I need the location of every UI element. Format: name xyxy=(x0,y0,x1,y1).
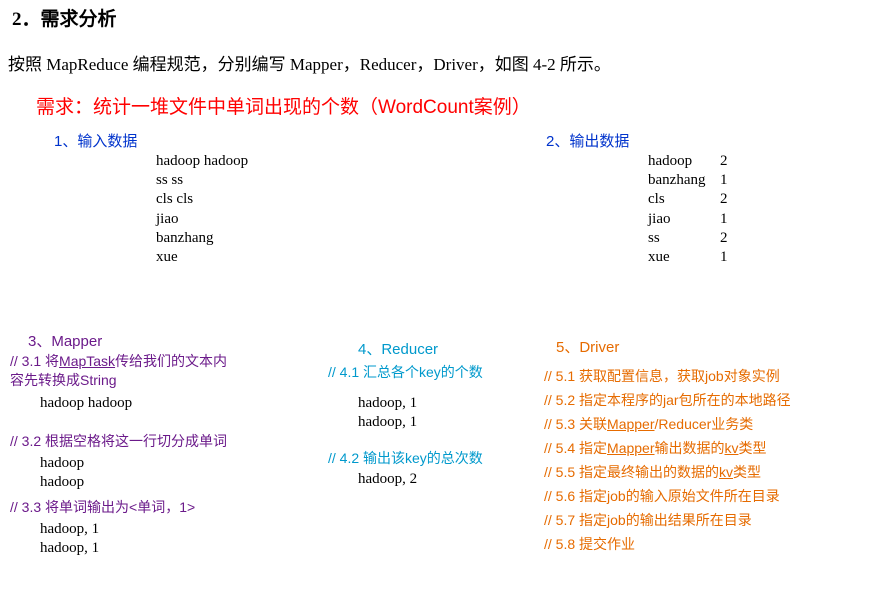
text-underline: MapTask xyxy=(59,353,115,369)
output-row: banzhang1 xyxy=(648,171,728,190)
text-underline: kv xyxy=(725,440,739,456)
output-row: hadoop2 xyxy=(648,152,728,171)
mapper-step-32: // 3.2 根据空格将这一行切分成单词 xyxy=(10,432,227,451)
intro-text: 按照 MapReduce 编程规范，分别编写 Mapper，Reducer，Dr… xyxy=(0,35,875,90)
output-row: ss2 xyxy=(648,229,728,248)
output-key: banzhang xyxy=(648,171,720,190)
driver-step-57: // 5.7 指定job的输出结果所在目录 xyxy=(544,510,791,530)
output-key: jiao xyxy=(648,210,720,229)
output-key: ss xyxy=(648,229,720,248)
section-heading: 2．需求分析 xyxy=(0,0,875,35)
text: // 3.1 将 xyxy=(10,353,59,369)
driver-step-51: // 5.1 获取配置信息，获取job对象实例 xyxy=(544,366,791,386)
mapper-label: 3、Mapper xyxy=(28,330,102,351)
mapper-data-32a: hadoop xyxy=(40,454,84,473)
mapper-data-33a: hadoop, 1 xyxy=(40,520,99,539)
mapper-step-33: // 3.3 将单词输出为<单词，1> xyxy=(10,498,195,517)
input-line: hadoop hadoop xyxy=(156,152,248,171)
input-data-block: hadoop hadoop ss ss cls cls jiao banzhan… xyxy=(156,152,248,267)
output-val: 1 xyxy=(720,248,728,267)
input-line: jiao xyxy=(156,210,248,229)
output-key: xue xyxy=(648,248,720,267)
driver-step-56: // 5.6 指定job的输入原始文件所在目录 xyxy=(544,486,791,506)
driver-step-53: // 5.3 关联Mapper/Reducer业务类 xyxy=(544,414,791,434)
output-val: 1 xyxy=(720,171,728,190)
text-underline: kv xyxy=(719,464,733,480)
output-val: 2 xyxy=(720,190,728,209)
mapper-data-32b: hadoop xyxy=(40,473,84,492)
requirement-title: 需求：统计一堆文件中单词出现的个数（WordCount案例） xyxy=(0,90,875,129)
output-data-block: hadoop2 banzhang1 cls2 jiao1 ss2 xue1 xyxy=(648,152,728,267)
input-line: ss ss xyxy=(156,171,248,190)
driver-step-58: // 5.8 提交作业 xyxy=(544,534,791,554)
mapper-step-31: // 3.1 将MapTask传给我们的文本内容先转换成String xyxy=(10,352,240,390)
reducer-label: 4、Reducer xyxy=(358,338,438,359)
text: 类型 xyxy=(739,440,767,456)
output-row: cls2 xyxy=(648,190,728,209)
input-line: xue xyxy=(156,248,248,267)
text-underline: Mapper xyxy=(607,416,654,432)
driver-step-52: // 5.2 指定本程序的jar包所在的本地路径 xyxy=(544,390,791,410)
text: // 5.4 指定 xyxy=(544,440,607,456)
driver-steps: // 5.1 获取配置信息，获取job对象实例 // 5.2 指定本程序的jar… xyxy=(544,362,791,558)
driver-step-54: // 5.4 指定Mapper输出数据的kv类型 xyxy=(544,438,791,458)
output-val: 2 xyxy=(720,229,728,248)
output-label: 2、输出数据 xyxy=(546,130,629,151)
mapper-data-31: hadoop hadoop xyxy=(40,394,132,413)
text: 输出数据的 xyxy=(655,440,725,456)
mapper-data-33b: hadoop, 1 xyxy=(40,539,99,558)
output-val: 1 xyxy=(720,210,728,229)
text: // 5.5 指定最终输出的数据的 xyxy=(544,464,719,480)
output-key: cls xyxy=(648,190,720,209)
input-label: 1、输入数据 xyxy=(54,130,137,151)
driver-step-55: // 5.5 指定最终输出的数据的kv类型 xyxy=(544,462,791,482)
reducer-data-42: hadoop, 2 xyxy=(358,470,417,489)
text: 类型 xyxy=(733,464,761,480)
reducer-step-42: // 4.2 输出该key的总次数 xyxy=(328,448,483,468)
input-line: cls cls xyxy=(156,190,248,209)
reducer-data-41b: hadoop, 1 xyxy=(358,413,417,432)
text: /Reducer业务类 xyxy=(655,416,754,432)
input-line: banzhang xyxy=(156,229,248,248)
output-key: hadoop xyxy=(648,152,720,171)
output-row: xue1 xyxy=(648,248,728,267)
reducer-data-41a: hadoop, 1 xyxy=(358,394,417,413)
output-row: jiao1 xyxy=(648,210,728,229)
text: // 5.3 关联 xyxy=(544,416,607,432)
reducer-step-41: // 4.1 汇总各个key的个数 xyxy=(328,362,483,382)
driver-label: 5、Driver xyxy=(556,336,619,357)
output-val: 2 xyxy=(720,152,728,171)
text-underline: Mapper xyxy=(607,440,654,456)
